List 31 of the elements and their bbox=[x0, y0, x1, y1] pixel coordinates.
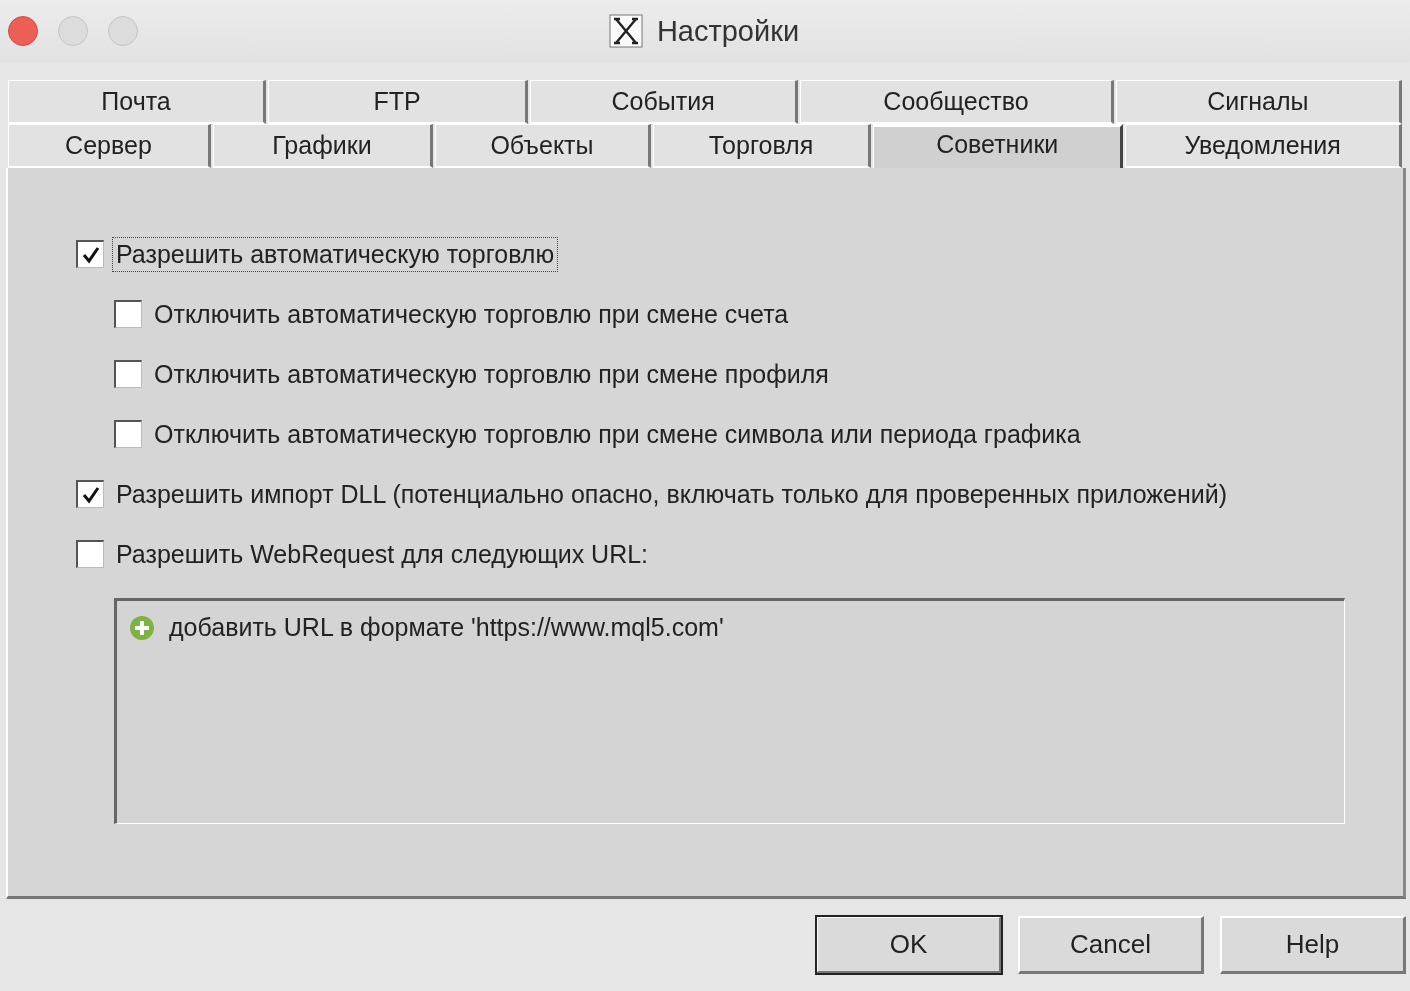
checkbox[interactable] bbox=[114, 420, 142, 448]
tab[interactable]: Советники bbox=[873, 124, 1124, 168]
tab[interactable]: FTP bbox=[268, 80, 529, 124]
tab[interactable]: Графики bbox=[212, 124, 433, 168]
checkbox[interactable] bbox=[114, 360, 142, 388]
checkbox[interactable] bbox=[76, 480, 104, 508]
checkbox-label: Отключить автоматическую торговлю при смене символа или периода графика bbox=[153, 418, 1082, 450]
tab[interactable]: Торговля bbox=[653, 124, 872, 168]
window-title: Настройки bbox=[656, 14, 800, 48]
app-icon bbox=[608, 14, 643, 48]
checkbox-label: Разрешить WebRequest для следующих URL: bbox=[115, 538, 650, 570]
url-list[interactable]: добавить URL в формате 'https://www.mql5.com' bbox=[114, 598, 1345, 824]
tab[interactable]: Сообщество bbox=[800, 80, 1114, 124]
tab[interactable]: Сервер bbox=[8, 124, 211, 168]
checkbox-label: Разрешить импорт DLL (потенциально опасно, включать только для проверенных приложений) bbox=[115, 478, 1229, 510]
close-button[interactable] bbox=[8, 16, 38, 46]
dialog-button[interactable]: OK bbox=[816, 916, 1002, 974]
dialog-button[interactable]: Cancel bbox=[1018, 916, 1204, 974]
checkbox-label: Разрешить автоматическую торговлю bbox=[112, 236, 559, 272]
checkbox-label: Отключить автоматическую торговлю при смене профиля bbox=[153, 358, 830, 390]
list-item[interactable]: добавить URL в формате 'https://www.mql5.com' bbox=[169, 613, 724, 642]
checkbox-label: Отключить автоматическую торговлю при смене счета bbox=[153, 298, 790, 330]
tab[interactable]: Сигналы bbox=[1115, 80, 1402, 124]
tab[interactable]: Уведомления bbox=[1125, 124, 1402, 168]
tab[interactable]: События bbox=[530, 80, 799, 124]
checkbox[interactable] bbox=[114, 300, 142, 328]
tab[interactable]: Почта bbox=[8, 80, 267, 124]
tab[interactable]: Объекты bbox=[434, 124, 651, 168]
dialog-button[interactable]: Help bbox=[1220, 916, 1406, 974]
checkbox[interactable] bbox=[76, 240, 104, 268]
checkbox[interactable] bbox=[76, 540, 104, 568]
